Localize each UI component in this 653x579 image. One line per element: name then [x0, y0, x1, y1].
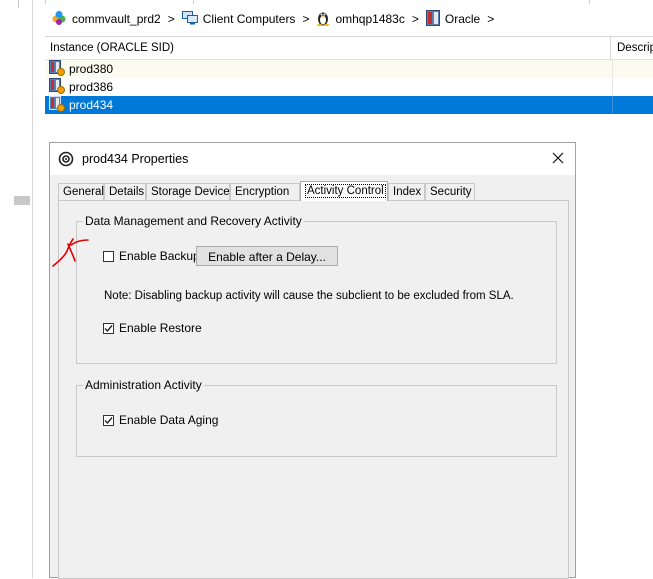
properties-gear-icon: [58, 151, 74, 170]
sla-note: Note: Disabling backup activity will cau…: [104, 290, 514, 302]
oracle-instance-icon: [49, 95, 65, 115]
column-divider: [612, 78, 613, 96]
instance-cell: prod434: [49, 95, 114, 115]
red-annotation-mark: [51, 235, 95, 272]
breadcrumb-item-client-computers[interactable]: Client Computers: [181, 10, 296, 28]
administration-group: Administration Activity Enable Data Agin…: [76, 378, 557, 457]
breadcrumb-separator: >: [411, 12, 419, 26]
breadcrumb: commvault_prd2 > Client Computers > omhq…: [45, 4, 653, 34]
column-divider: [612, 96, 613, 114]
dialog-titlebar[interactable]: prod434 Properties: [50, 143, 575, 175]
instance-cell: prod380: [49, 59, 114, 79]
enable-restore-checkbox[interactable]: [103, 322, 114, 334]
breadcrumb-separator: >: [167, 12, 175, 26]
column-header-instance[interactable]: Instance (ORACLE SID): [45, 37, 611, 59]
enable-backup-checkbox[interactable]: [103, 250, 114, 262]
activity-control-page: Data Management and Recovery Activity En…: [58, 200, 569, 579]
checkbox-label: Enable Data Aging: [119, 413, 219, 427]
oracle-instance-icon: [49, 77, 65, 97]
tab-activity-control[interactable]: Activity Control: [300, 181, 388, 201]
tab-details[interactable]: Details: [104, 183, 146, 200]
commcell-icon: [51, 10, 67, 29]
breadcrumb-item-oracle[interactable]: Oracle: [425, 9, 481, 29]
tab-storage-device[interactable]: Storage Device: [146, 183, 230, 200]
enable-data-aging-checkbox-row[interactable]: Enable Data Aging: [103, 413, 218, 427]
breadcrumb-separator: >: [487, 12, 495, 26]
oracle-instance-icon: [49, 59, 65, 79]
breadcrumb-separator: >: [302, 12, 310, 26]
properties-dialog: prod434 Properties General Details Stora…: [49, 142, 576, 579]
breadcrumb-label: Client Computers: [202, 12, 296, 26]
linux-penguin-icon: [316, 10, 330, 29]
group-title: Administration Activity: [83, 378, 204, 392]
instance-table: Instance (ORACLE SID) Descrip prod380 pr…: [45, 36, 653, 115]
enable-backup-checkbox-row[interactable]: Enable Backup: [103, 249, 200, 263]
checkbox-label: Enable Backup: [119, 249, 200, 263]
breadcrumb-label: commvault_prd2: [72, 12, 161, 26]
enable-after-delay-button[interactable]: Enable after a Delay...: [196, 246, 338, 266]
breadcrumb-label: omhqp1483c: [335, 12, 405, 26]
oracle-agent-icon: [425, 9, 440, 29]
instance-name: prod380: [69, 62, 114, 76]
enable-data-aging-checkbox[interactable]: [103, 414, 114, 426]
left-panel-strip: [0, 0, 33, 578]
data-management-group: Data Management and Recovery Activity En…: [76, 214, 557, 364]
checkmark-icon: [104, 416, 113, 424]
dialog-title: prod434 Properties: [82, 152, 189, 166]
table-row[interactable]: prod386: [45, 77, 653, 97]
panel-divider: [18, 0, 19, 8]
breadcrumb-label: Oracle: [444, 12, 481, 26]
enable-restore-checkbox-row[interactable]: Enable Restore: [103, 321, 202, 335]
column-divider: [612, 60, 613, 78]
checkmark-icon: [104, 324, 113, 332]
client-computers-icon: [181, 10, 198, 28]
close-icon[interactable]: [549, 149, 567, 167]
table-row-selected[interactable]: prod434: [45, 95, 653, 115]
instance-cell: prod386: [49, 77, 114, 97]
breadcrumb-item-commcell[interactable]: commvault_prd2: [51, 10, 161, 29]
table-row[interactable]: prod380: [45, 59, 653, 79]
instance-name: prod434: [69, 98, 114, 112]
splitter-grip[interactable]: [14, 196, 30, 205]
column-header-description[interactable]: Descrip: [612, 37, 653, 59]
instance-name: prod386: [69, 80, 114, 94]
tab-encryption[interactable]: Encryption: [230, 183, 300, 200]
group-title: Data Management and Recovery Activity: [83, 214, 304, 228]
tab-general[interactable]: General: [58, 183, 104, 200]
tab-index[interactable]: Index: [388, 183, 425, 200]
checkbox-label: Enable Restore: [119, 321, 202, 335]
tab-security[interactable]: Security: [425, 183, 475, 200]
table-header: Instance (ORACLE SID) Descrip: [45, 37, 653, 60]
breadcrumb-item-client[interactable]: omhqp1483c: [316, 10, 405, 29]
